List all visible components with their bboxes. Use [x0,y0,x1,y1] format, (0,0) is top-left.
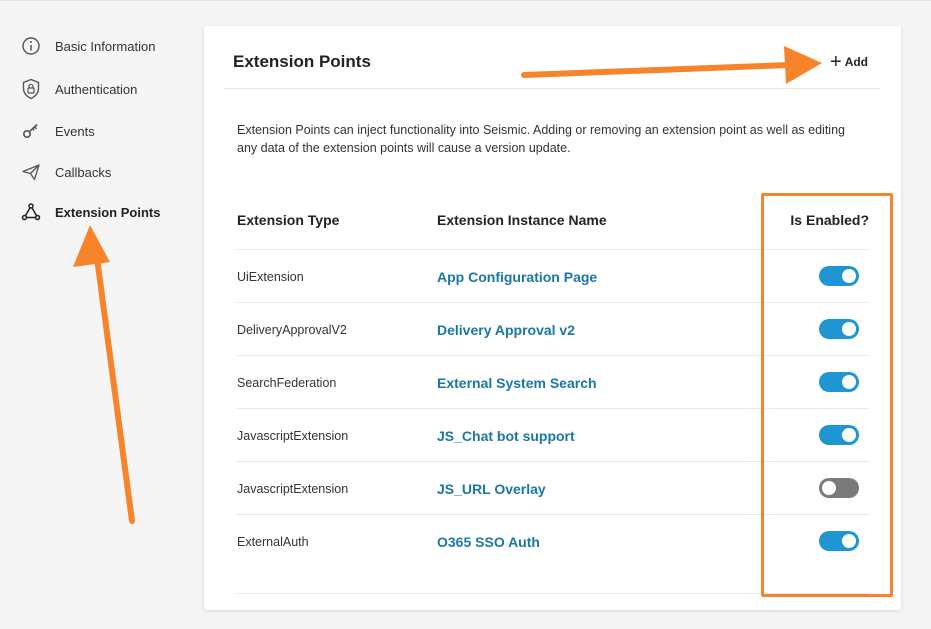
column-header-type: Extension Type [237,212,340,228]
sidebar-item-label: Basic Information [55,38,156,54]
sidebar-item-extension-points[interactable]: Extension Points [20,200,160,224]
sidebar-item-label: Events [55,123,95,139]
enabled-toggle[interactable] [819,425,859,445]
sidebar-item-basic-information[interactable]: Basic Information [20,34,155,58]
table-bottom-border [237,593,869,594]
extension-name-link[interactable]: O365 SSO Auth [437,515,540,568]
toggle-knob [842,534,856,548]
toggle-knob [842,269,856,283]
sidebar-item-authentication[interactable]: Authentication [20,77,137,101]
key-icon [20,120,42,142]
column-header-enabled: Is Enabled? [790,212,869,228]
column-header-name: Extension Instance Name [437,212,607,228]
info-icon [20,35,42,57]
card-description: Extension Points can inject functionalit… [237,123,845,155]
plus-icon: + [830,51,842,73]
extension-type: SearchFederation [237,375,337,390]
extension-name-link[interactable]: JS_Chat bot support [437,409,575,462]
sidebar: Basic Information Authentication Events … [0,0,200,629]
toggle-knob [842,375,856,389]
table-row: ExternalAuth O365 SSO Auth [237,514,869,567]
nodes-icon [20,201,42,223]
enabled-toggle[interactable] [819,266,859,286]
table-row: DeliveryApprovalV2 Delivery Approval v2 [237,302,869,355]
sidebar-item-events[interactable]: Events [20,119,95,143]
page-title: Extension Points [233,52,371,71]
table-row: SearchFederation External System Search [237,355,869,408]
extension-name-link[interactable]: JS_URL Overlay [437,462,546,515]
sidebar-item-label: Authentication [55,81,138,97]
extension-type: ExternalAuth [237,534,309,549]
sidebar-item-label: Extension Points [55,204,161,220]
card-divider [224,88,881,89]
shield-lock-icon [20,78,42,100]
extension-name-link[interactable]: App Configuration Page [437,250,597,303]
extension-points-card: Extension Points + Add Extension Points … [204,26,901,610]
extension-type: JavascriptExtension [237,481,349,496]
extension-name-link[interactable]: External System Search [437,356,597,409]
extension-type: JavascriptExtension [237,428,349,443]
add-button-label: Add [844,55,869,69]
sidebar-item-callbacks[interactable]: Callbacks [20,160,111,184]
enabled-toggle[interactable] [819,319,859,339]
add-button[interactable]: + Add [830,51,869,73]
table-row: UiExtension App Configuration Page [237,249,869,302]
toggle-knob [822,481,836,495]
enabled-toggle[interactable] [819,531,859,551]
extension-type: UiExtension [237,269,304,284]
extension-type: DeliveryApprovalV2 [237,322,347,337]
enabled-toggle[interactable] [819,478,859,498]
table-row: JavascriptExtension JS_Chat bot support [237,408,869,461]
toggle-knob [842,428,856,442]
extension-name-link[interactable]: Delivery Approval v2 [437,303,575,356]
toggle-knob [842,322,856,336]
sidebar-item-label: Callbacks [55,164,112,180]
table-row: JavascriptExtension JS_URL Overlay [237,461,869,514]
paper-plane-icon [20,161,42,183]
enabled-toggle[interactable] [819,372,859,392]
